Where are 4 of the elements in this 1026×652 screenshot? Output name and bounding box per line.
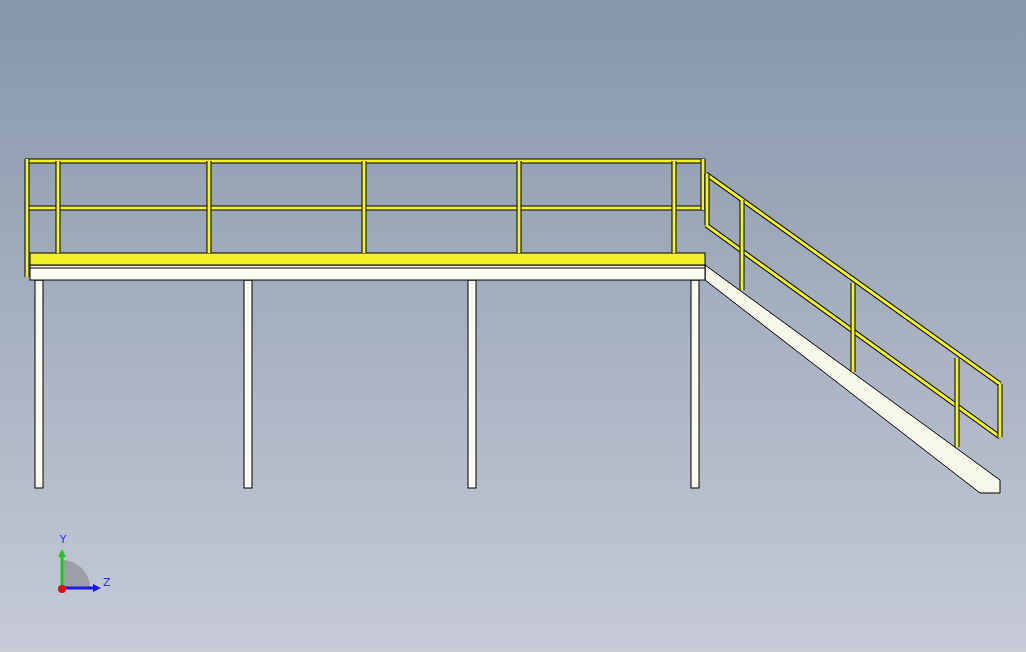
origin-dot: [58, 585, 66, 593]
y-axis-arrow: [58, 549, 66, 588]
axis-label: Y: [59, 533, 67, 546]
axis-label: Z: [103, 576, 111, 589]
